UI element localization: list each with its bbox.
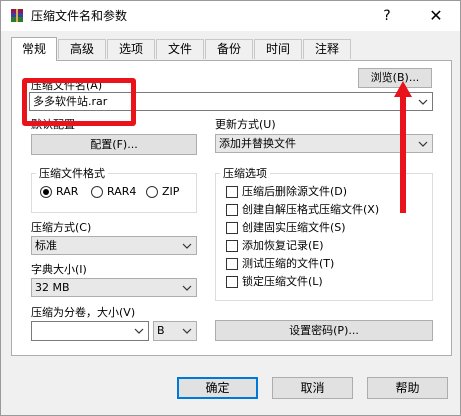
archive-name-input[interactable]: 多多软件站.rar xyxy=(29,92,433,111)
profiles-button[interactable]: 配置(F)... xyxy=(31,134,197,155)
split-unit-value: B xyxy=(157,324,165,337)
radio-rar4-label[interactable]: RAR4 xyxy=(107,185,136,199)
archiving-options-title: 压缩选项 xyxy=(220,167,270,181)
update-mode-label: 更新方式(U) xyxy=(215,118,276,131)
checkbox-lock-archive-label[interactable]: 锁定压缩文件(L) xyxy=(242,275,323,289)
tab-backup[interactable]: 备份 xyxy=(205,39,253,59)
radio-rar-label[interactable]: RAR xyxy=(56,185,78,199)
chevron-down-icon[interactable] xyxy=(416,93,430,110)
checkbox-recovery-record-label[interactable]: 添加恢复记录(E) xyxy=(242,239,324,253)
dictionary-size-value: 32 MB xyxy=(35,281,70,294)
checkbox-lock-archive[interactable] xyxy=(226,276,238,288)
chevron-down-icon[interactable] xyxy=(132,322,146,340)
checkbox-test-archived-label[interactable]: 测试压缩的文件(T) xyxy=(242,257,334,271)
split-unit-select[interactable]: B xyxy=(153,321,197,341)
winrar-icon xyxy=(9,8,25,24)
dictionary-size-label: 字典大小(I) xyxy=(31,263,87,276)
cancel-button[interactable]: 取消 xyxy=(272,377,353,399)
compression-method-value: 标准 xyxy=(35,239,57,252)
chevron-down-icon[interactable] xyxy=(180,237,194,254)
dictionary-size-select[interactable]: 32 MB xyxy=(31,278,197,297)
set-password-button[interactable]: 设置密码(P)... xyxy=(215,320,433,341)
red-arrow-annotation xyxy=(394,81,412,213)
close-icon[interactable]: ✕ xyxy=(419,3,453,29)
tab-time[interactable]: 时间 xyxy=(254,39,302,59)
checkbox-create-sfx-label[interactable]: 创建自解压格式压缩文件(X) xyxy=(242,203,379,217)
checkbox-create-sfx[interactable] xyxy=(226,204,238,216)
chevron-down-icon[interactable] xyxy=(416,135,430,152)
checkbox-solid-archive[interactable] xyxy=(226,222,238,234)
chevron-down-icon[interactable] xyxy=(180,279,194,296)
radio-zip-label[interactable]: ZIP xyxy=(162,185,179,199)
title-bar: 压缩文件名和参数 ? ✕ xyxy=(1,1,460,31)
archive-format-title: 压缩文件格式 xyxy=(36,167,108,181)
tab-general[interactable]: 常规 xyxy=(11,37,57,61)
tab-files[interactable]: 文件 xyxy=(156,39,204,59)
radio-rar4[interactable] xyxy=(91,186,103,198)
window-title: 压缩文件名和参数 xyxy=(31,9,128,23)
checkbox-solid-archive-label[interactable]: 创建固实压缩文件(S) xyxy=(242,221,346,235)
checkbox-test-archived[interactable] xyxy=(226,258,238,270)
checkbox-delete-after-label[interactable]: 压缩后删除源文件(D) xyxy=(242,185,347,199)
archive-name-value: 多多软件站.rar xyxy=(33,95,108,108)
compression-method-label: 压缩方式(C) xyxy=(31,221,92,234)
split-size-input[interactable] xyxy=(31,321,149,341)
checkbox-recovery-record[interactable] xyxy=(226,240,238,252)
update-mode-value: 添加并替换文件 xyxy=(219,137,296,150)
help-button[interactable]: 帮助 xyxy=(367,377,448,399)
radio-zip[interactable] xyxy=(146,186,158,198)
archive-name-label: 压缩文件名(A) xyxy=(31,79,103,92)
chevron-down-icon[interactable] xyxy=(180,322,194,340)
default-profile-label: 默认配置 xyxy=(31,118,75,131)
dialog-window: 压缩文件名和参数 ? ✕ 常规 高级 选项 文件 备份 时间 注释 压缩文件名(… xyxy=(0,0,461,416)
tab-comment[interactable]: 注释 xyxy=(303,39,351,59)
help-icon[interactable]: ? xyxy=(375,5,399,27)
split-volumes-label: 压缩为分卷，大小(V) xyxy=(31,306,136,319)
checkbox-delete-after[interactable] xyxy=(226,186,238,198)
ok-button[interactable]: 确定 xyxy=(177,377,258,399)
tab-advanced[interactable]: 高级 xyxy=(58,39,106,59)
radio-rar[interactable] xyxy=(40,186,52,198)
compression-method-select[interactable]: 标准 xyxy=(31,236,197,255)
tab-options[interactable]: 选项 xyxy=(107,39,155,59)
